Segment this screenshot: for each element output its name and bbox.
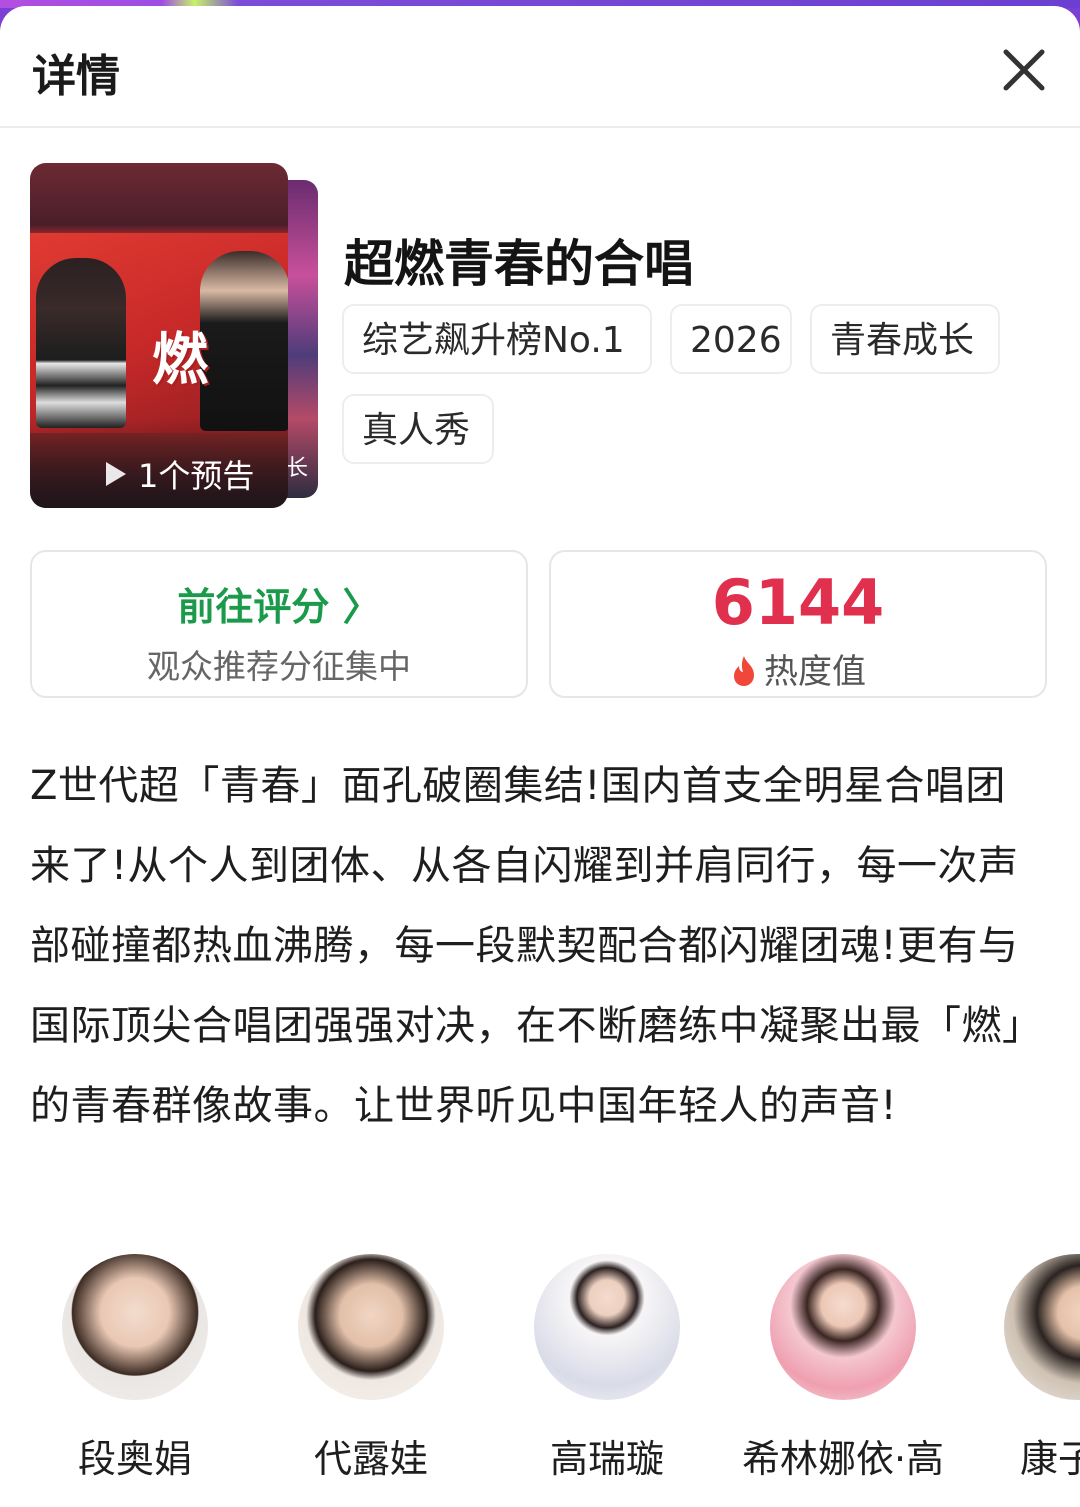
cast-member[interactable]: 代露娃 <box>256 1254 486 1483</box>
cast-member[interactable]: 高瑞璇 <box>492 1254 722 1483</box>
poster-title-glyph: 燃 <box>152 328 208 393</box>
heat-value: 6144 <box>711 566 885 639</box>
flame-icon <box>734 656 754 686</box>
secondary-poster-text: 长 <box>286 456 309 481</box>
cast-list: 段奥娟 代露娃 高瑞璇 希林娜依·高 康子 <box>0 1254 1080 1494</box>
heat-label: 热度值 <box>764 652 866 692</box>
show-poster[interactable]: 燃 1个预告 <box>30 163 288 508</box>
avatar <box>534 1254 680 1400</box>
show-title: 超燃青春的合唱 <box>344 235 694 293</box>
trailer-label: 1个预告 <box>138 457 255 495</box>
cast-member[interactable]: 希林娜依·高 <box>728 1254 958 1483</box>
cast-member[interactable]: 段奥娟 <box>20 1254 250 1483</box>
poster-person-left <box>36 258 126 428</box>
cast-member[interactable]: 康子 <box>964 1254 1080 1483</box>
heat-card: 6144 热度值 <box>549 550 1047 698</box>
avatar <box>298 1254 444 1400</box>
cast-name: 代露娃 <box>313 1437 428 1481</box>
go-rate-link[interactable]: 前往评分 〉 <box>32 576 526 631</box>
cast-name: 段奥娟 <box>77 1437 192 1481</box>
tag-chip[interactable]: 青春成长 <box>810 304 1000 374</box>
sheet-header: 详情 <box>0 6 1080 128</box>
cast-name: 希林娜依·高 <box>741 1437 945 1481</box>
avatar <box>62 1254 208 1400</box>
avatar <box>770 1254 916 1400</box>
cast-name: 高瑞璇 <box>549 1437 664 1481</box>
rating-card[interactable]: 前往评分 〉 观众推荐分征集中 <box>30 550 528 698</box>
tag-chip[interactable]: 综艺飙升榜No.1 <box>342 304 652 374</box>
play-icon <box>106 462 126 486</box>
detail-sheet: 详情 长 燃 1个预告 超燃青春的合唱 综艺飙升榜No.1 2026 青春成长 … <box>0 6 1080 1507</box>
tag-chip[interactable]: 2026 <box>670 304 792 374</box>
close-button[interactable] <box>996 42 1052 98</box>
avatar <box>1004 1254 1080 1400</box>
tag-chip[interactable]: 真人秀 <box>342 394 494 464</box>
poster-person-right <box>200 251 288 431</box>
page-title: 详情 <box>32 51 120 102</box>
cast-name: 康子 <box>1020 1437 1080 1481</box>
heat-label-row: 热度值 <box>551 644 1045 693</box>
rating-subtitle: 观众推荐分征集中 <box>147 647 411 686</box>
show-description: Z世代超「青春」面孔破圈集结!国内首支全明星合唱团来了!从个人到团体、从各自闪耀… <box>30 763 1023 1129</box>
close-icon <box>1003 49 1045 91</box>
trailer-button[interactable]: 1个预告 <box>104 451 254 497</box>
